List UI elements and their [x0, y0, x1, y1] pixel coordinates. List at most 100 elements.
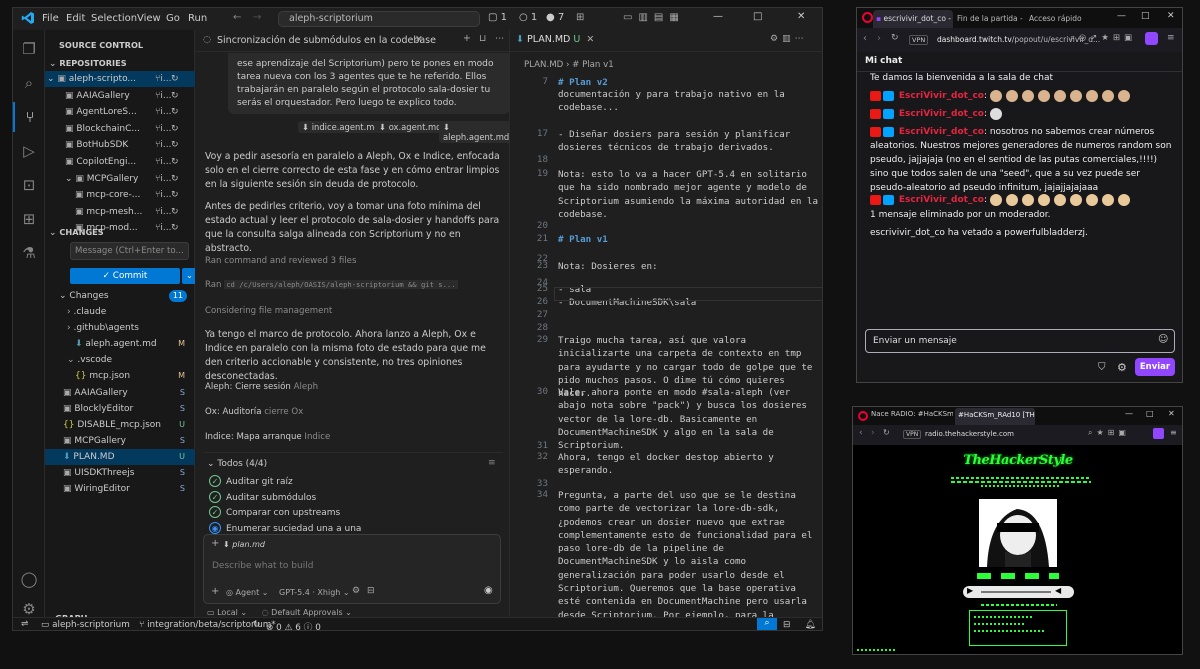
repository-item[interactable]: ▣ CopilotEngi... ⑂i... ↻	[45, 154, 195, 170]
reference-chip-ox[interactable]: ⬇ ox.agent.md	[375, 121, 446, 133]
notifications-icon[interactable]: 🔔︎	[805, 620, 816, 630]
minimize-icon[interactable]: —	[713, 11, 723, 22]
sync-icon[interactable]: ↻	[253, 620, 260, 630]
tools-icon[interactable]: ⚙	[352, 586, 360, 596]
stop-icon[interactable]: ◉	[484, 585, 493, 596]
voice-icon[interactable]: ⊟	[367, 586, 375, 596]
local-picker[interactable]: ▭ Local ⌄	[207, 608, 247, 617]
sync-icon[interactable]: ↻	[171, 204, 179, 220]
subagent-ox[interactable]: Ox: Auditoría cierre Ox	[205, 405, 500, 419]
profile-avatar[interactable]	[1153, 428, 1164, 439]
subagent-aleph[interactable]: Aleph: Cierre sesión Aleph	[205, 380, 500, 394]
repository-item[interactable]: ▣ AgentLoreS... ⑂i... ↻	[45, 104, 195, 120]
profile-avatar[interactable]	[1145, 32, 1158, 45]
menu-run[interactable]: Run	[188, 13, 207, 24]
account-icon[interactable]: ◯	[13, 564, 45, 594]
back-icon[interactable]: ←	[233, 12, 241, 23]
sync-icon[interactable]: ↻	[171, 154, 179, 170]
browser-tab-radio-active[interactable]: #HaCKSm_RAd10 [TH	[955, 408, 1035, 425]
close-icon[interactable]: ✕	[1168, 409, 1175, 418]
menu-icon[interactable]: ≡	[1170, 428, 1177, 437]
close-icon[interactable]: ✕	[1167, 11, 1175, 21]
changed-file-item[interactable]: ⬇ PLAN.MD U	[45, 448, 195, 465]
chat-username[interactable]: EscriVivir_dot_co	[899, 109, 984, 119]
emote-picker-icon[interactable]: ☺	[1158, 334, 1168, 345]
back-icon[interactable]: ‹	[863, 33, 867, 44]
repository-item[interactable]: ▣ BlockchainC... ⑂i... ↻	[45, 121, 195, 137]
editor-actions-icon[interactable]: ⚙▥⋯	[770, 34, 808, 44]
search-icon[interactable]: ⌕	[13, 68, 45, 98]
repo-actions-icon[interactable]: ⑂i...	[155, 71, 172, 87]
chat-username[interactable]: EscriVivir_dot_co	[899, 195, 984, 205]
sync-icon[interactable]: ↻	[171, 187, 179, 203]
changed-file-item[interactable]: {} mcp.json M	[45, 368, 195, 384]
sync-icon[interactable]: ↻	[171, 121, 179, 137]
status-repo[interactable]: ▭ aleph-scriptorium	[41, 620, 130, 630]
browser-tab-quick[interactable]: Acceso rápido	[1029, 14, 1089, 23]
todo-item[interactable]: ◉ Enumerar suciedad una a una	[209, 521, 361, 534]
command-center-search[interactable]: aleph-scriptorium	[278, 11, 480, 27]
repo-actions-icon[interactable]: ⑂i...	[155, 154, 172, 170]
changed-file-item[interactable]: ⬇ aleph.agent.md M	[45, 336, 195, 352]
chat-history-icon[interactable]: ◌	[203, 34, 211, 45]
chat-username[interactable]: EscriVivir_dot_co	[899, 91, 984, 101]
changed-file-item[interactable]: ▣ WiringEditor S	[45, 481, 195, 497]
repository-item[interactable]: ▣ mcp-core-... ⑂i... ↻	[45, 187, 195, 203]
todos-header[interactable]: ⌄ Todos (4/4)	[207, 459, 267, 469]
changed-file-item[interactable]: ▣ UISDKThreejs S	[45, 465, 195, 481]
sync-icon[interactable]: ↻	[171, 171, 179, 187]
repo-chevron-icon[interactable]: ⌄	[47, 74, 57, 84]
send-button[interactable]: Enviar	[1135, 358, 1175, 376]
repo-actions-icon[interactable]: ⑂i...	[155, 204, 172, 220]
mode-picker[interactable]: ◎ Agent ⌄	[226, 588, 268, 597]
testing-icon[interactable]: ⚗	[13, 238, 45, 268]
attachment-chip[interactable]: ⬇ plan.md	[223, 540, 265, 549]
changes-section-header[interactable]: ⌄ Changes	[45, 224, 195, 240]
reload-icon[interactable]: ↻	[891, 33, 899, 43]
chat-input[interactable]: Describe what to build	[212, 561, 492, 571]
subagent-indice[interactable]: Indice: Mapa arranque Indice	[205, 430, 500, 444]
minimize-icon[interactable]: —	[1125, 409, 1133, 418]
menu-go[interactable]: Go	[166, 13, 180, 24]
seek-bar[interactable]	[981, 591, 1051, 593]
changed-file-item[interactable]: ⌄ .vscode	[45, 352, 195, 368]
close-icon[interactable]: ✕	[797, 11, 805, 22]
browser-tab-radio[interactable]: Nace RADIO: #HaCKSm_R	[871, 410, 953, 418]
repo-actions-icon[interactable]: ⑂i...	[155, 104, 172, 120]
extensions-icon[interactable]: ⊞	[13, 204, 45, 234]
chat-count-icon[interactable]: ▢ 1	[488, 12, 507, 23]
menu-selection[interactable]: Selection	[91, 13, 137, 24]
maximize-icon[interactable]: □	[753, 11, 762, 22]
vpn-badge[interactable]: VPN	[903, 430, 922, 439]
changes-group[interactable]: ⌄ Changes 11	[45, 288, 195, 304]
maximize-icon[interactable]: □	[1146, 409, 1154, 418]
repo-actions-icon[interactable]: ⑂i...	[155, 187, 172, 203]
opera-logo-icon[interactable]	[858, 411, 868, 421]
forward-icon[interactable]: ›	[871, 428, 875, 438]
add-icon[interactable]: +	[211, 586, 219, 597]
sync-icon[interactable]: ↻	[171, 88, 179, 104]
close-chat-icon[interactable]: ✕	[415, 34, 423, 45]
repo-actions-icon[interactable]: ⑂i...	[155, 137, 172, 153]
vpn-badge[interactable]: VPN	[909, 35, 929, 45]
status-problems[interactable]: ⊗ 0 ⚠ 6 ⓘ 0	[266, 620, 321, 630]
changed-file-item[interactable]: › .claude	[45, 304, 195, 320]
explorer-icon[interactable]: ❐	[13, 34, 45, 64]
chat-more-icon[interactable]: ⊔	[479, 33, 486, 44]
repository-item[interactable]: ▣ BotHubSDK ⑂i... ↻	[45, 137, 195, 153]
repositories-header[interactable]: ⌄ Repositories	[45, 55, 195, 71]
repo-actions-icon[interactable]: ⑂i...	[155, 121, 172, 137]
repository-item[interactable]: ⌄ ▣ MCPGallery ⑂i... ↻	[45, 171, 195, 187]
browser-tab-chat[interactable]: ▪ escrivivir_dot_co - Chat -	[873, 10, 953, 28]
breadcrumb-file[interactable]: PLAN.MD	[524, 60, 563, 70]
source-control-icon[interactable]: ⑂	[13, 102, 45, 132]
repo-actions-icon[interactable]: ⑂i...	[155, 88, 172, 104]
reference-chip-indice[interactable]: ⬇ indice.agent.md	[298, 121, 384, 133]
repo-chevron-icon[interactable]: ⌄	[65, 174, 75, 184]
reload-icon[interactable]: ↻	[883, 428, 890, 437]
menu-view[interactable]: View	[137, 13, 161, 24]
thinking-status[interactable]: Considering file management	[205, 304, 500, 318]
repository-item[interactable]: ▣ mcp-mesh... ⑂i... ↻	[45, 204, 195, 220]
todo-item[interactable]: ✓ Auditar git raíz	[209, 475, 293, 487]
editor-tab-plan[interactable]: ⬇ PLAN.MD U ✕	[516, 34, 594, 45]
